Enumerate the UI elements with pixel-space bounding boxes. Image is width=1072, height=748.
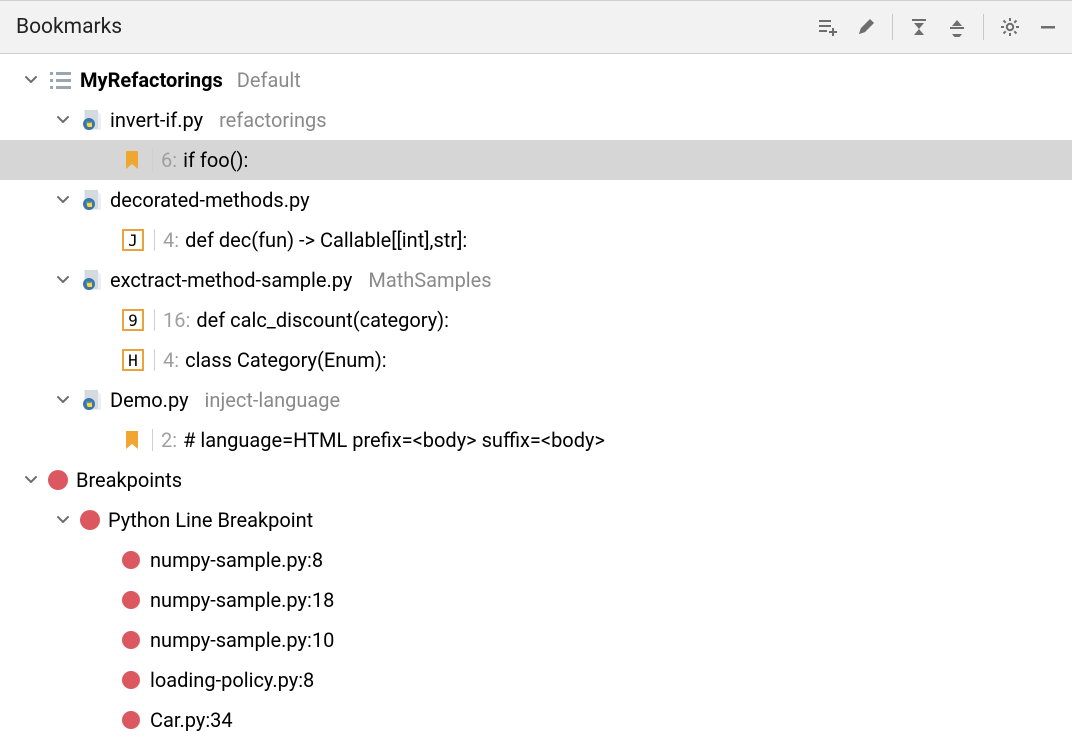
code-snippet: def calc_discount(category): [196, 308, 449, 332]
settings-button[interactable] [992, 9, 1028, 45]
separator [152, 149, 153, 171]
code-snippet: class Category(Enum): [185, 348, 387, 372]
separator [154, 229, 155, 251]
breakpoints-label: Breakpoints [76, 468, 182, 492]
bookmark-item[interactable]: 9 16: def calc_discount(category): [0, 300, 1072, 340]
file-name: Demo.py [110, 388, 189, 412]
chevron-down-icon[interactable] [20, 69, 42, 91]
chevron-down-icon[interactable] [52, 109, 74, 131]
toolbar [810, 9, 1066, 45]
chevron-down-icon[interactable] [52, 509, 74, 531]
breakpoint-item[interactable]: loading-policy.py:8 [0, 660, 1072, 700]
group-note: Default [237, 68, 301, 92]
breakpoint-item[interactable]: numpy-sample.py:18 [0, 580, 1072, 620]
breakpoint-icon [122, 631, 140, 649]
python-file-icon [80, 108, 104, 132]
panel-title: Bookmarks [16, 15, 122, 39]
chevron-down-icon[interactable] [20, 469, 42, 491]
breakpoint-item[interactable]: Car.py:34 [0, 700, 1072, 740]
breakpoint-type-label: Python Line Breakpoint [108, 508, 313, 532]
collapse-all-button[interactable] [939, 9, 975, 45]
chevron-down-icon[interactable] [52, 389, 74, 411]
expand-all-button[interactable] [901, 9, 937, 45]
mnemonic-icon: 9 [122, 309, 144, 331]
file-name: decorated-methods.py [110, 188, 310, 212]
bookmarks-tree: MyRefactorings Default invert-if.py refa… [0, 54, 1072, 740]
line-number: 6: [161, 148, 177, 172]
chevron-down-icon[interactable] [52, 269, 74, 291]
file-name: invert-if.py [110, 108, 203, 132]
chevron-down-icon[interactable] [52, 189, 74, 211]
line-number: 4: [163, 348, 179, 372]
breakpoint-icon [122, 671, 140, 689]
breakpoint-icon [122, 551, 140, 569]
bookmark-group-root[interactable]: MyRefactorings Default [0, 60, 1072, 100]
breakpoint-icon [122, 591, 140, 609]
minimize-button[interactable] [1030, 9, 1066, 45]
titlebar: Bookmarks [0, 0, 1072, 54]
bookmark-item[interactable]: 6: if foo(): [0, 140, 1072, 180]
breakpoints-group[interactable]: Breakpoints [0, 460, 1072, 500]
code-snippet: def dec(fun) -> Callable[[int],str]: [185, 228, 467, 252]
breakpoint-item[interactable]: numpy-sample.py:8 [0, 540, 1072, 580]
python-file-icon [80, 188, 104, 212]
breakpoint-location: numpy-sample.py:10 [150, 628, 334, 652]
bookmark-file[interactable]: invert-if.py refactorings [0, 100, 1072, 140]
add-list-button[interactable] [810, 9, 846, 45]
separator [154, 309, 155, 331]
group-name: MyRefactorings [80, 68, 223, 92]
file-note: MathSamples [368, 268, 491, 292]
breakpoint-location: numpy-sample.py:18 [150, 588, 334, 612]
file-note: inject-language [205, 388, 341, 412]
breakpoint-icon [80, 510, 100, 530]
separator [152, 429, 153, 451]
bookmark-file[interactable]: decorated-methods.py [0, 180, 1072, 220]
bookmark-flag-icon [122, 148, 142, 172]
code-snippet: if foo(): [183, 148, 248, 172]
breakpoint-location: Car.py:34 [150, 708, 233, 732]
bookmark-item[interactable]: 2: # language=HTML prefix=<body> suffix=… [0, 420, 1072, 460]
bookmark-flag-icon [122, 428, 142, 452]
line-number: 16: [163, 308, 190, 332]
line-number: 4: [163, 228, 179, 252]
mnemonic-icon: H [122, 349, 144, 371]
file-note: refactorings [219, 108, 327, 132]
mnemonic-icon: J [122, 229, 144, 251]
file-name: exctract-method-sample.py [110, 268, 352, 292]
edit-button[interactable] [848, 9, 884, 45]
bookmark-item[interactable]: H 4: class Category(Enum): [0, 340, 1072, 380]
breakpoint-icon [122, 711, 140, 729]
python-file-icon [80, 268, 104, 292]
breakpoint-icon [48, 470, 68, 490]
python-file-icon [80, 388, 104, 412]
bookmark-file[interactable]: Demo.py inject-language [0, 380, 1072, 420]
code-snippet: # language=HTML prefix=<body> suffix=<bo… [183, 428, 605, 452]
bookmark-item[interactable]: J 4: def dec(fun) -> Callable[[int],str]… [0, 220, 1072, 260]
line-number: 2: [161, 428, 177, 452]
breakpoint-location: numpy-sample.py:8 [150, 548, 323, 572]
list-icon [48, 68, 74, 92]
breakpoint-location: loading-policy.py:8 [150, 668, 314, 692]
breakpoint-item[interactable]: numpy-sample.py:10 [0, 620, 1072, 660]
bookmark-file[interactable]: exctract-method-sample.py MathSamples [0, 260, 1072, 300]
toolbar-separator [983, 14, 984, 40]
breakpoint-type-group[interactable]: Python Line Breakpoint [0, 500, 1072, 540]
separator [154, 349, 155, 371]
toolbar-separator [892, 14, 893, 40]
